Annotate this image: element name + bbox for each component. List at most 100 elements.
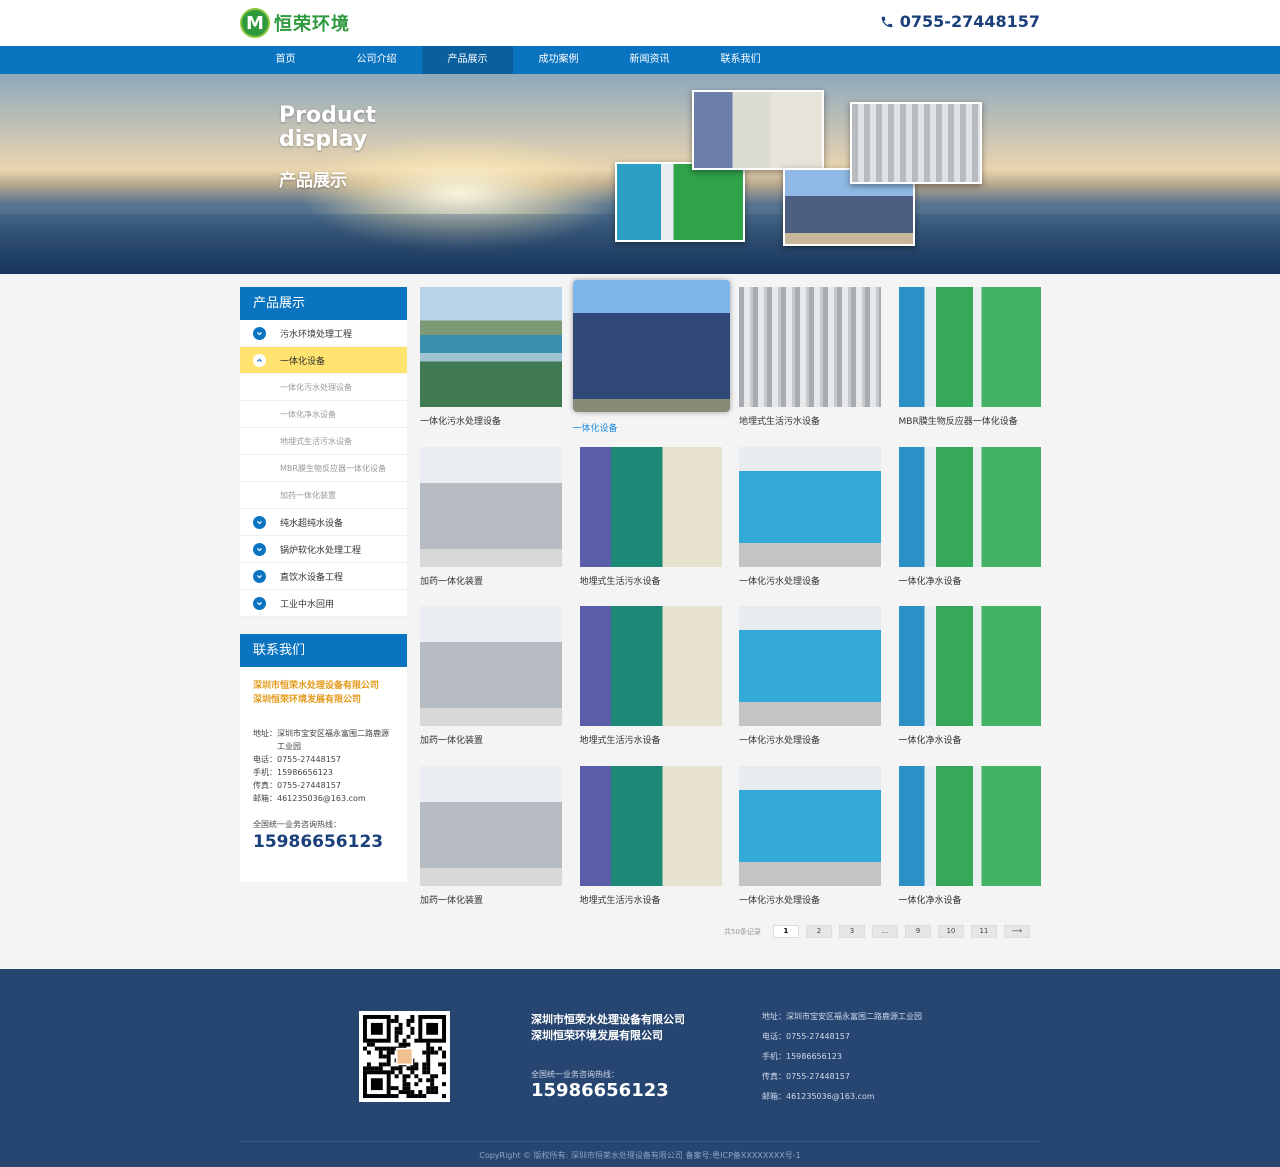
chevron-down-icon	[253, 542, 266, 556]
product-card[interactable]: 加药一体化装置	[420, 606, 562, 746]
product-card[interactable]: 一体化设备	[572, 280, 730, 434]
product-card[interactable]: 一体化污水处理设备	[739, 446, 881, 587]
pagination-page-button[interactable]: ...	[871, 925, 898, 938]
banner-photo-1	[615, 162, 745, 242]
chevron-down-icon	[253, 326, 266, 340]
product-card[interactable]: MBR膜生物反应器一体化设备	[898, 287, 1041, 427]
product-image[interactable]	[579, 606, 722, 726]
product-caption[interactable]: 一体化设备	[573, 421, 715, 434]
sidebar-subcategory-2[interactable]: 地埋式生活污水设备	[240, 428, 407, 455]
pagination-page-button[interactable]: 3	[838, 925, 865, 938]
sidebar-category-3[interactable]: 锅炉软化水处理工程	[240, 536, 407, 563]
header-phone: 0755-27448157	[880, 12, 1040, 31]
sidebar-category-label: 纯水超纯水设备	[280, 518, 344, 529]
contact-tel: 电话：0755-27448157	[253, 755, 341, 764]
product-card[interactable]: 加药一体化装置	[420, 446, 562, 587]
sidebar-subcategory-1[interactable]: 一体化净水设备	[240, 401, 407, 428]
product-image[interactable]	[898, 765, 1041, 886]
chevron-up-icon	[253, 353, 266, 367]
product-card[interactable]: 一体化污水处理设备	[739, 765, 881, 906]
sidebar-subcategory-4[interactable]: 加药一体化装置	[240, 482, 407, 509]
product-card[interactable]: 一体化净水设备	[898, 446, 1041, 587]
product-caption[interactable]: 一体化净水设备	[899, 574, 1041, 587]
product-card[interactable]: 地埋式生活污水设备	[579, 606, 722, 746]
sidebar-subcategory-0[interactable]: 一体化污水处理设备	[240, 374, 407, 401]
sidebar-contact: 联系我们 深圳市恒荣水处理设备有限公司 深圳恒荣环境发展有限公司 地址：深圳市宝…	[240, 634, 407, 882]
pagination-page-button[interactable]: 9	[904, 925, 931, 938]
footer-tel: 电话：0755-27448157	[762, 1032, 850, 1041]
product-image[interactable]	[572, 280, 730, 412]
product-caption[interactable]: 一体化污水处理设备	[739, 733, 881, 746]
contact-email[interactable]: 邮箱：461235036@163.com	[253, 792, 394, 805]
footer-copyright: CopyRight © 版权所有: 深圳市恒荣水处理设备有限公司 备案号:粤IC…	[479, 1151, 801, 1160]
product-caption[interactable]: MBR膜生物反应器一体化设备	[899, 414, 1041, 427]
banner-title-line1: Product	[279, 103, 377, 128]
sidebar-category-4[interactable]: 直饮水设备工程	[240, 563, 407, 590]
pagination-page-button[interactable]: 1	[772, 925, 799, 938]
product-card[interactable]: 加药一体化装置	[420, 765, 562, 906]
product-image[interactable]	[898, 446, 1041, 567]
logo-icon: M	[240, 8, 270, 38]
pagination-page-button[interactable]: 2	[805, 925, 832, 938]
product-card[interactable]: 一体化污水处理设备	[739, 606, 881, 746]
sidebar-products: 产品展示 污水环境处理工程 一体化设备 一体化污水处理设备 一体化净水设备 地埋式生活污…	[240, 287, 407, 617]
nav-item-3[interactable]: 成功案例	[513, 46, 604, 74]
nav-item-2[interactable]: 产品展示	[422, 46, 513, 74]
logo[interactable]: M 恒荣环境	[240, 8, 350, 38]
sidebar-category-label: 直饮水设备工程	[280, 572, 344, 583]
contact-address: 地址：深圳市宝安区福永富围二路鹿源	[253, 729, 389, 738]
product-caption[interactable]: 一体化污水处理设备	[420, 414, 562, 427]
nav-item-5[interactable]: 联系我们	[695, 46, 786, 74]
footer-mobile: 手机：15986656123	[762, 1052, 842, 1061]
product-image[interactable]	[420, 287, 562, 407]
product-image[interactable]	[739, 287, 881, 407]
product-card[interactable]: 地埋式生活污水设备	[579, 765, 722, 906]
product-caption[interactable]: 地埋式生活污水设备	[739, 414, 881, 427]
pagination-page-button[interactable]: 11	[970, 925, 997, 938]
product-caption[interactable]: 加药一体化装置	[420, 574, 562, 587]
sidebar-category-1[interactable]: 一体化设备	[240, 347, 407, 374]
sidebar-category-0[interactable]: 污水环境处理工程	[240, 320, 407, 347]
pagination-total: 共50条记录	[724, 927, 761, 936]
product-image[interactable]	[739, 765, 881, 886]
product-image[interactable]	[898, 606, 1041, 726]
footer-fax: 传真：0755-27448157	[762, 1072, 850, 1081]
product-image[interactable]	[579, 446, 722, 567]
product-card[interactable]: 一体化污水处理设备	[420, 287, 562, 427]
product-caption[interactable]: 地埋式生活污水设备	[580, 733, 722, 746]
product-caption[interactable]: 加药一体化装置	[420, 893, 562, 906]
product-caption[interactable]: 加药一体化装置	[420, 733, 562, 746]
nav-item-0[interactable]: 首页	[240, 46, 331, 74]
product-image[interactable]	[420, 606, 562, 726]
product-card[interactable]: 一体化净水设备	[898, 765, 1041, 906]
product-image[interactable]	[739, 606, 881, 726]
product-image[interactable]	[898, 287, 1041, 407]
product-image[interactable]	[420, 765, 562, 886]
product-image[interactable]	[420, 446, 562, 567]
site-header: M 恒荣环境 0755-27448157	[0, 0, 1280, 46]
phone-number: 0755-27448157	[899, 12, 1040, 31]
product-caption[interactable]: 地埋式生活污水设备	[580, 574, 722, 587]
product-image[interactable]	[579, 765, 722, 886]
pagination-next-button[interactable]: ⟶	[1003, 925, 1030, 938]
product-caption[interactable]: 地埋式生活污水设备	[580, 893, 722, 906]
product-caption[interactable]: 一体化污水处理设备	[739, 893, 881, 906]
product-card[interactable]: 一体化净水设备	[898, 606, 1041, 746]
nav-item-1[interactable]: 公司介绍	[331, 46, 422, 74]
product-card[interactable]: 地埋式生活污水设备	[579, 446, 722, 587]
contact-hotline: 15986656123	[253, 832, 384, 852]
sidebar-category-2[interactable]: 纯水超纯水设备	[240, 509, 407, 536]
product-caption[interactable]: 一体化污水处理设备	[739, 574, 881, 587]
sidebar-category-5[interactable]: 工业中水回用	[240, 590, 407, 617]
product-caption[interactable]: 一体化净水设备	[899, 893, 1041, 906]
product-image[interactable]	[739, 446, 881, 567]
sidebar-products-title: 产品展示	[240, 287, 407, 320]
footer-email[interactable]: 邮箱：461235036@163.com	[762, 1091, 922, 1111]
pagination-page-button[interactable]: 10	[937, 925, 964, 938]
product-caption[interactable]: 一体化净水设备	[899, 733, 1041, 746]
banner-subtitle: 产品展示	[279, 171, 347, 191]
footer-company-1: 深圳市恒荣水处理设备有限公司	[531, 1013, 685, 1026]
nav-item-4[interactable]: 新闻资讯	[604, 46, 695, 74]
product-card[interactable]: 地埋式生活污水设备	[739, 287, 881, 427]
sidebar-subcategory-3[interactable]: MBR膜生物反应器一体化设备	[240, 455, 407, 482]
